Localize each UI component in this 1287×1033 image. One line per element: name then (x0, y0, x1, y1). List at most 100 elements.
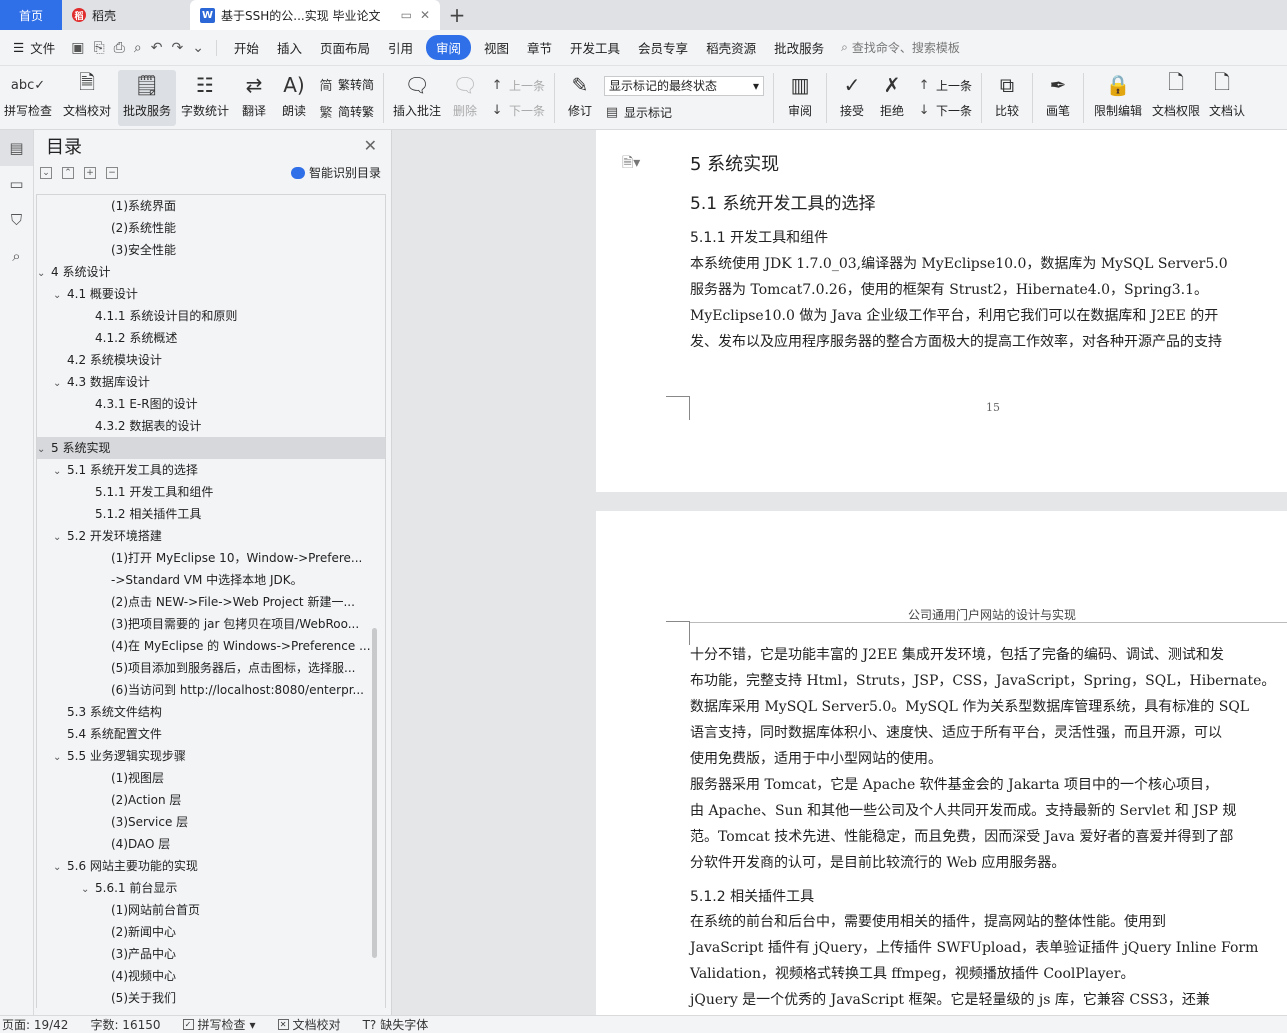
toc-pane-icon[interactable]: ▤ (0, 130, 33, 166)
quick-access-more-icon[interactable]: ⌄ (192, 40, 204, 56)
print-preview-icon[interactable]: ⌕ (134, 40, 142, 56)
undo-icon[interactable]: ↶ (151, 40, 163, 56)
next-comment-button[interactable]: ↓ 下一条 (489, 102, 545, 119)
review-pane-button[interactable]: ▥ 审阅 (779, 70, 821, 126)
toc-item[interactable]: 5.1.1 开发工具和组件 (37, 481, 385, 503)
print-icon[interactable]: ⎙ (114, 40, 125, 56)
read-aloud-button[interactable]: A) 朗读 (274, 70, 314, 126)
ink-button[interactable]: ✒ 画笔 (1038, 70, 1078, 126)
prev-comment-button[interactable]: ↑ 上一条 (489, 77, 545, 94)
expand-all-icon[interactable]: ⌄ (40, 167, 52, 179)
toc-item[interactable]: (3)Service 层 (37, 811, 385, 833)
toc-item[interactable]: (2)点击 NEW->File->Web Project 新建一... (37, 591, 385, 613)
toc-item[interactable]: 4.1.2 系统概述 (37, 327, 385, 349)
new-tab-button[interactable]: + (440, 0, 474, 30)
missing-font-indicator[interactable]: T? 缺失字体 (363, 1016, 429, 1033)
chevron-down-icon[interactable]: ⌄ (53, 747, 67, 767)
tab-home[interactable]: 首页 (0, 0, 62, 30)
toc-item[interactable]: 4.2 系统模块设计 (37, 349, 385, 371)
toc-item[interactable]: (4)DAO 层 (37, 833, 385, 855)
toc-item[interactable]: (4)视频中心 (37, 965, 385, 987)
doc-outline-icon[interactable]: 🗎▾ (622, 152, 640, 176)
toc-scrollbar[interactable] (372, 628, 377, 958)
delete-comment-button[interactable]: 🗨 删除 (445, 70, 485, 126)
menu-tab-10[interactable]: 批改服务 (765, 38, 833, 57)
word-count-button[interactable]: ☷ 字数统计 (176, 70, 234, 126)
simplified-to-traditional-button[interactable]: 繁简转繁 (318, 102, 374, 121)
toc-item[interactable]: 4.3.1 E-R图的设计 (37, 393, 385, 415)
word-count-indicator[interactable]: 字数: 16150 (90, 1016, 160, 1033)
toc-item[interactable]: (2)系统性能 (37, 217, 385, 239)
menu-tab-5[interactable]: 视图 (475, 38, 518, 57)
chevron-down-icon[interactable]: ⌄ (53, 857, 67, 877)
compare-button[interactable]: ⧉ 比较 (987, 70, 1027, 126)
command-search[interactable]: ⌕ 查找命令、搜索模板 (841, 39, 960, 56)
toc-item[interactable]: (3)产品中心 (37, 943, 385, 965)
toc-item[interactable]: ⌄ 4 系统设计 (37, 261, 385, 283)
insert-comment-button[interactable]: 🗨 插入批注 (389, 70, 445, 126)
toc-item[interactable]: ⌄ 4.1 概要设计 (37, 283, 385, 305)
toc-item[interactable]: 5.1.2 相关插件工具 (37, 503, 385, 525)
toc-item[interactable]: (3)安全性能 (37, 239, 385, 261)
chevron-down-icon[interactable]: ⌄ (37, 439, 51, 459)
menu-tab-7[interactable]: 开发工具 (561, 38, 629, 57)
remove-item-icon[interactable]: − (106, 167, 118, 179)
spell-check-button[interactable]: abc✓ 拼写检查 (0, 70, 56, 126)
tab-docer[interactable]: 稻 稻壳 (62, 0, 190, 30)
toc-item[interactable]: (4)在 MyEclipse 的 Windows->Preference ... (37, 635, 385, 657)
toc-item[interactable]: (2)Action 层 (37, 789, 385, 811)
chevron-down-icon[interactable]: ⌄ (53, 461, 67, 481)
chevron-down-icon[interactable]: ⌄ (81, 879, 95, 899)
document-permission-button[interactable]: 🗋 文档权限 (1147, 70, 1205, 126)
toc-item[interactable]: (1)打开 MyEclipse 10，Window->Prefere... (37, 547, 385, 569)
track-changes-button[interactable]: ✎ 修订 (560, 70, 600, 126)
tab-document[interactable]: W 基于SSH的公...实现 毕业论文 ▭ ✕ (190, 0, 440, 30)
tab-close-icon[interactable]: ✕ (420, 8, 430, 22)
proofread-toggle[interactable]: ✕ 文档校对 (277, 1016, 341, 1033)
next-change-button[interactable]: ↓ 下一条 (916, 102, 972, 119)
add-item-icon[interactable]: + (84, 167, 96, 179)
toc-item[interactable]: 4.3.2 数据表的设计 (37, 415, 385, 437)
menu-tab-0[interactable]: 开始 (225, 38, 268, 57)
toc-item[interactable]: ⌄ 5.1 系统开发工具的选择 (37, 459, 385, 481)
menu-tab-2[interactable]: 页面布局 (311, 38, 379, 57)
menu-tab-8[interactable]: 会员专享 (629, 38, 697, 57)
toc-item[interactable]: ⌄ 4.3 数据库设计 (37, 371, 385, 393)
toc-item[interactable]: 5.3 系统文件结构 (37, 701, 385, 723)
menu-tab-9[interactable]: 稻壳资源 (697, 38, 765, 57)
close-icon[interactable]: ✕ (364, 136, 377, 155)
tab-pin-icon[interactable]: ▭ (401, 8, 412, 22)
translate-button[interactable]: ⇄ 翻译 (234, 70, 274, 126)
prev-change-button[interactable]: ↑ 上一条 (916, 77, 972, 94)
bookmark-icon[interactable]: ⛉ (0, 202, 33, 238)
redo-icon[interactable]: ↷ (171, 40, 183, 56)
show-markup-button[interactable]: ▤ 显示标记 (604, 104, 764, 121)
menu-tab-4[interactable]: 审阅 (425, 35, 471, 60)
smart-toc-button[interactable]: 智能识别目录 (290, 164, 381, 181)
restrict-edit-button[interactable]: 🔒 限制编辑 (1089, 70, 1147, 126)
save-icon[interactable]: ▣ (71, 40, 84, 56)
toc-item[interactable]: (3)把项目需要的 jar 包拷贝在项目/WebRoo... (37, 613, 385, 635)
chapter-pane-icon[interactable]: ▭ (0, 166, 33, 202)
correction-service-button[interactable]: 🗒 批改服务 (118, 70, 176, 126)
toc-item[interactable]: (1)网站前台首页 (37, 899, 385, 921)
toc-item[interactable]: (5)项目添加到服务器后，点击图标，选择服... (37, 657, 385, 679)
markup-mode-select[interactable]: 显示标记的最终状态 ▾ (604, 75, 765, 96)
toc-item[interactable]: ->Standard VM 中选择本地 JDK。 (37, 569, 385, 591)
menu-tab-1[interactable]: 插入 (268, 38, 311, 57)
chevron-down-icon[interactable]: ⌄ (37, 263, 51, 283)
chevron-down-icon[interactable]: ⌄ (53, 373, 67, 393)
toc-item[interactable]: ⌄ 5.6 网站主要功能的实现 (37, 855, 385, 877)
chevron-down-icon[interactable]: ⌄ (53, 285, 67, 305)
collapse-all-icon[interactable]: ⌃ (62, 167, 74, 179)
toc-item[interactable]: ⌄ 5.5 业务逻辑实现步骤 (37, 745, 385, 767)
toc-item[interactable]: ⌄ 5.6.1 前台显示 (37, 877, 385, 899)
page-indicator[interactable]: 页面: 19/42 (2, 1016, 68, 1033)
traditional-to-simplified-button[interactable]: 简繁转简 (318, 75, 374, 94)
menu-tab-3[interactable]: 引用 (379, 38, 422, 57)
document-certify-button[interactable]: 🗋文档认证 (1205, 70, 1245, 126)
menu-tab-6[interactable]: 章节 (518, 38, 561, 57)
toc-item[interactable]: (6)当访问到 http://localhost:8080/enterpr... (37, 679, 385, 701)
toc-item[interactable]: (2)新闻中心 (37, 921, 385, 943)
toc-item[interactable]: (1)视图层 (37, 767, 385, 789)
